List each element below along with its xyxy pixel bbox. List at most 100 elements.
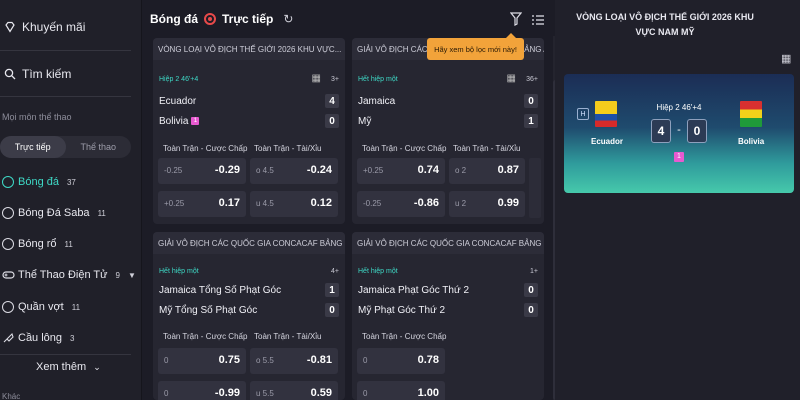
market-count[interactable]: 36+ <box>526 76 538 83</box>
handicap: 0 <box>164 389 169 398</box>
market-label: Toàn Trận - Cược Chấp <box>362 144 447 153</box>
match-status: Hiệp 2 46'+4 <box>159 76 199 83</box>
see-more-button[interactable]: Xem thêm ⌄ <box>36 361 101 373</box>
stats-icon[interactable]: ▦ <box>312 73 321 84</box>
stats-icon[interactable]: ▦ <box>781 52 791 65</box>
sport-item-soccer[interactable]: Bóng đá 37 <box>2 176 76 188</box>
chevron-down-icon[interactable]: ▼ <box>128 271 136 280</box>
odds-button[interactable]: -0.25 -0.29 <box>158 158 246 184</box>
match-card[interactable]: GIẢI VÔ ĐỊCH CÁC QUỐC GIA CONCACAF BẢNG … <box>352 232 544 400</box>
match-card[interactable]: GIẢI VÔ ĐỊCH CÁC QUỐC GIA CONCACAF BẢNG … <box>153 232 345 400</box>
away-team: Bolivia <box>738 137 765 146</box>
market-label: Toàn Trận - Cược Chấp <box>362 332 447 341</box>
odds-button[interactable]: o 2 0.87 <box>449 158 525 184</box>
home-score: 1 <box>325 283 339 297</box>
match-status: Hết hiệp một <box>358 76 398 83</box>
away-team: Mỹ Phạt Góc Thứ 2 <box>358 305 446 316</box>
sport-item-esports[interactable]: Thể Thao Điện Tử 9 ▼ <box>2 269 136 281</box>
toggle-live[interactable]: Trực tiếp <box>0 136 66 158</box>
search-label: Tìm kiếm <box>22 67 72 81</box>
home-score: 0 <box>524 94 538 108</box>
featured-panel: VÒNG LOẠI VÔ ĐỊCH THẾ GIỚI 2026 KHU VỰC … <box>555 0 800 400</box>
diamond-icon <box>4 21 16 33</box>
handicap: o 2 <box>455 166 467 175</box>
handicap: 0 <box>363 356 368 365</box>
market-label: Toàn Trận - Tài/Xỉu <box>254 332 322 341</box>
home-score: 0 <box>524 283 538 297</box>
handicap: u 4.5 <box>256 199 274 208</box>
odds-button[interactable]: -0.25 -0.86 <box>357 191 445 217</box>
sport-label: Bóng đá <box>18 176 59 188</box>
search-icon <box>4 68 16 80</box>
handicap: o 4.5 <box>256 166 274 175</box>
soccer-ball-icon <box>2 176 14 188</box>
odds-overflow <box>529 158 541 218</box>
match-status: Hết hiệp một <box>159 268 199 275</box>
away-team-name: Bolivia <box>159 116 189 127</box>
odds-button[interactable]: u 2 0.99 <box>449 191 525 217</box>
divider <box>0 354 131 355</box>
main-content: Bóng đá Trực tiếp ↻ VÒNG LOẠI VÔ ĐỊCH TH… <box>142 0 554 400</box>
chevron-down-icon: ⌄ <box>93 362 101 372</box>
odds-value: 0.75 <box>218 354 240 366</box>
odds-button[interactable]: o 5.5 -0.81 <box>250 348 338 374</box>
sport-item-basketball[interactable]: Bóng rổ 11 <box>2 238 73 250</box>
handicap: o 5.5 <box>256 356 274 365</box>
odds-button[interactable]: +0.25 0.17 <box>158 191 246 217</box>
red-card-badge: 1 <box>191 117 200 126</box>
filter-icon[interactable] <box>509 12 523 31</box>
list-view-icon[interactable] <box>532 13 544 31</box>
match-tracker[interactable]: H Ecuador Hiệp 2 46'+4 4 - 0 1 Bolivia <box>564 74 794 193</box>
handicap: -0.25 <box>164 166 183 175</box>
market-count[interactable]: 3+ <box>331 76 339 83</box>
divider <box>0 96 131 97</box>
sport-label: Cầu lông <box>18 332 63 344</box>
odds-button[interactable]: 0 1.00 <box>357 381 445 400</box>
odds-button[interactable]: 0 -0.99 <box>158 381 246 400</box>
home-team: Ecuador <box>159 96 197 107</box>
filter-tooltip[interactable]: Hãy xem bộ lọc mới này! <box>427 33 524 60</box>
odds-button[interactable]: o 4.5 -0.24 <box>250 158 338 184</box>
odds-button[interactable]: u 5.5 0.59 <box>250 381 338 400</box>
odds-button[interactable]: +0.25 0.74 <box>357 158 445 184</box>
refresh-icon[interactable]: ↻ <box>283 12 293 26</box>
home-team: Jamaica <box>358 96 396 107</box>
sport-count: 3 <box>70 333 75 343</box>
away-score: 1 <box>524 114 538 128</box>
away-team: Bolivia 1 <box>159 116 200 127</box>
odds-value: -0.81 <box>306 354 332 366</box>
home-score: 4 <box>325 94 339 108</box>
market-label: Toàn Trận - Tài/Xỉu <box>453 144 521 153</box>
home-team: Jamaica Phạt Góc Thứ 2 <box>358 285 470 296</box>
see-more-label: Xem thêm <box>36 361 87 373</box>
league-name: VÒNG LOẠI VÔ ĐỊCH THẾ GIỚI 2026 KHU VỰC.… <box>153 38 345 60</box>
market-count[interactable]: 1+ <box>530 268 538 275</box>
sport-item-badminton[interactable]: Cầu lông 3 <box>2 332 75 344</box>
odds-button[interactable]: 0 0.78 <box>357 348 445 374</box>
odds-value: 0.74 <box>417 164 439 176</box>
search-link[interactable]: Tìm kiếm <box>0 67 75 81</box>
sport-item-tennis[interactable]: Quần vợt 11 <box>2 301 80 313</box>
odds-value: 1.00 <box>417 387 439 399</box>
stats-icon[interactable]: ▦ <box>507 73 516 84</box>
tennis-ball-icon <box>2 301 14 313</box>
odds-value: 0.59 <box>310 387 332 399</box>
sport-label: Bóng rổ <box>18 238 57 250</box>
match-card[interactable]: GIẢI VÔ ĐỊCH CÁC QUỐC GIA CONCACAF BẢNG … <box>352 38 544 224</box>
handicap: 0 <box>363 389 368 398</box>
handicap: 0 <box>164 356 169 365</box>
promotions-link[interactable]: Khuyến mãi <box>0 20 89 34</box>
sport-item-saba-soccer[interactable]: Bóng Đá Saba 11 <box>2 207 106 219</box>
divider <box>0 50 131 51</box>
odds-button[interactable]: 0 0.75 <box>158 348 246 374</box>
odds-button[interactable]: u 4.5 0.12 <box>250 191 338 217</box>
handicap: u 2 <box>455 199 467 208</box>
odds-value: 0.78 <box>417 354 439 366</box>
sidebar: Khuyến mãi Tìm kiếm Mọi môn thể thao Trự… <box>0 0 142 400</box>
toggle-sports[interactable]: Thể thao <box>66 136 132 158</box>
market-count[interactable]: 4+ <box>331 268 339 275</box>
market-label: Toàn Trận - Tài/Xỉu <box>254 144 322 153</box>
bolivia-flag-icon <box>740 101 762 127</box>
match-card[interactable]: VÒNG LOẠI VÔ ĐỊCH THẾ GIỚI 2026 KHU VỰC.… <box>153 38 345 224</box>
home-team: Jamaica Tổng Số Phạt Góc <box>159 285 282 296</box>
